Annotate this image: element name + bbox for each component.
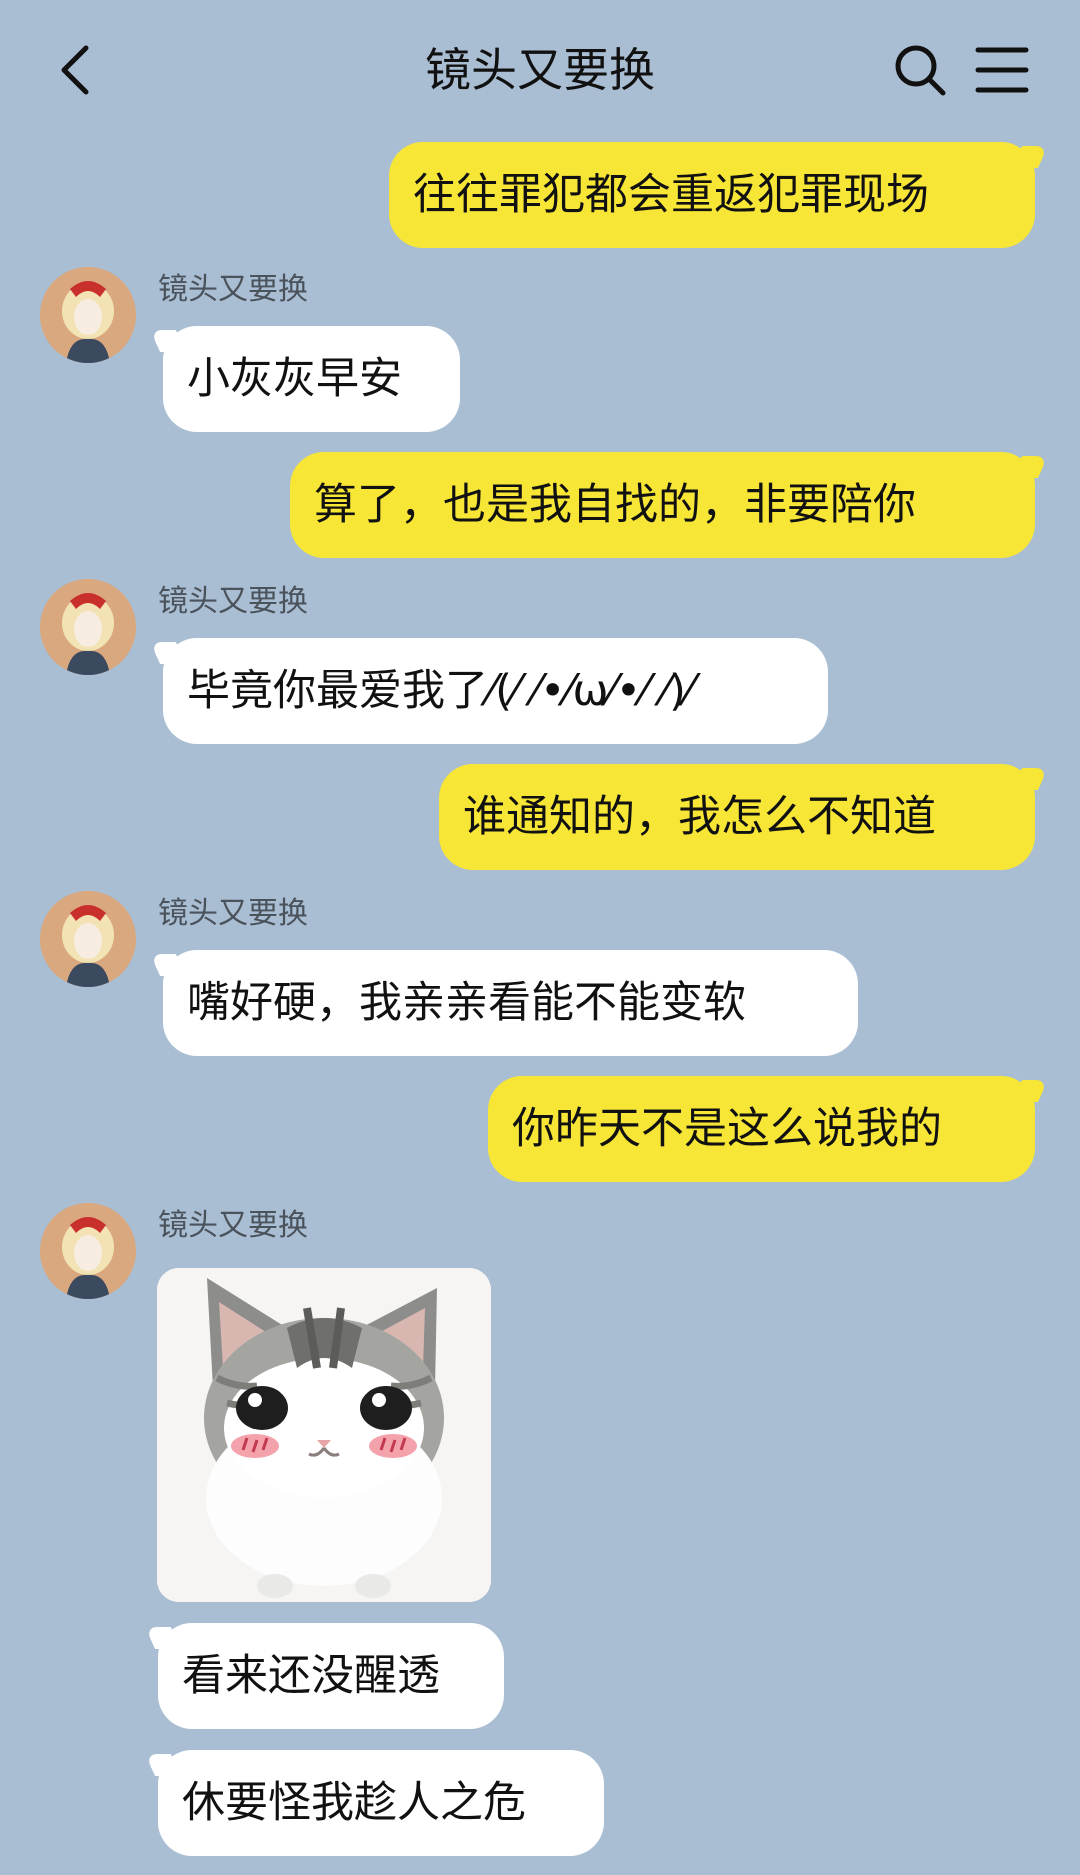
outgoing-message[interactable]: 你昨天不是这么说我的	[488, 1076, 1035, 1182]
menu-icon	[975, 47, 1029, 93]
message-text: 毕竟你最爱我了⁄(⁄ ⁄•⁄ω⁄•⁄ ⁄)⁄	[187, 666, 694, 716]
incoming-message[interactable]: 嘴好硬，我亲亲看能不能变软	[163, 950, 858, 1056]
search-icon	[895, 45, 946, 96]
message-text: 看来还没醒透	[182, 1651, 440, 1701]
message-text: 你昨天不是这么说我的	[512, 1104, 942, 1154]
avatar-image	[40, 891, 136, 987]
cat-sticker[interactable]	[157, 1268, 491, 1602]
incoming-message[interactable]: 毕竟你最爱我了⁄(⁄ ⁄•⁄ω⁄•⁄ ⁄)⁄	[163, 638, 828, 744]
message-text: 小灰灰早安	[187, 354, 402, 404]
menu-button[interactable]	[972, 40, 1032, 100]
avatar-image	[40, 1203, 136, 1299]
top-bar: 镜头又要换	[0, 0, 1080, 140]
outgoing-message[interactable]: 算了，也是我自找的，非要陪你	[290, 452, 1035, 558]
avatar-image	[40, 579, 136, 675]
message-text: 嘴好硬，我亲亲看能不能变软	[187, 978, 746, 1028]
message-text: 往往罪犯都会重返犯罪现场	[413, 170, 929, 220]
incoming-message[interactable]: 休要怪我趁人之危	[158, 1750, 604, 1856]
avatar[interactable]	[40, 891, 136, 987]
sender-name: 镜头又要换	[158, 896, 308, 931]
sender-name: 镜头又要换	[158, 272, 308, 307]
incoming-message[interactable]: 小灰灰早安	[163, 326, 460, 432]
sender-name: 镜头又要换	[158, 1208, 308, 1243]
message-text: 谁通知的，我怎么不知道	[463, 792, 936, 842]
message-text: 算了，也是我自找的，非要陪你	[314, 480, 916, 530]
outgoing-message[interactable]: 往往罪犯都会重返犯罪现场	[389, 142, 1035, 248]
avatar[interactable]	[40, 1203, 136, 1299]
incoming-message[interactable]: 看来还没醒透	[158, 1623, 504, 1729]
search-button[interactable]	[890, 40, 950, 100]
cat-sticker-image	[157, 1268, 491, 1602]
outgoing-message[interactable]: 谁通知的，我怎么不知道	[439, 764, 1035, 870]
avatar[interactable]	[40, 579, 136, 675]
message-text: 休要怪我趁人之危	[182, 1778, 526, 1828]
sender-name: 镜头又要换	[158, 584, 308, 619]
avatar[interactable]	[40, 267, 136, 363]
avatar-image	[40, 267, 136, 363]
